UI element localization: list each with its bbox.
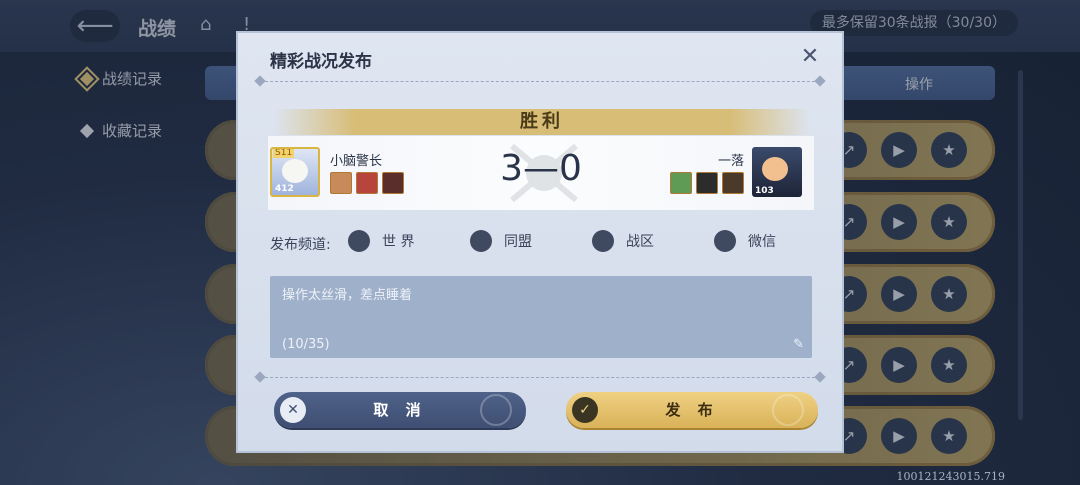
channel-option-label: 世 界: [382, 234, 415, 250]
channel-option-world[interactable]: 世 界: [348, 230, 414, 252]
publish-dialog: 精彩战况发布 ✕ 胜利 S11 412 小脑警长 3—0 一落 103 发布频道…: [236, 31, 844, 453]
char-count: (10/35): [282, 337, 330, 352]
match-card: S11 412 小脑警长 3—0 一落 103: [268, 136, 814, 210]
channel-label: 发布频道:: [270, 237, 331, 253]
player-right-name: 一落: [717, 154, 744, 169]
player-right-avatar: 103: [752, 147, 802, 197]
channel-option-alliance[interactable]: 同盟: [470, 230, 532, 252]
character-avatar: [722, 172, 744, 194]
message-text: 操作太丝滑，差点睡着: [282, 288, 413, 303]
close-icon[interactable]: ✕: [798, 45, 822, 69]
player-right-level: 103: [755, 186, 774, 196]
divider: [254, 75, 826, 87]
radio-button[interactable]: [592, 230, 614, 252]
version-label: 100121243015.719: [896, 470, 1005, 483]
character-avatar: [670, 172, 692, 194]
result-text: 胜利: [520, 111, 564, 132]
channel-option-label: 同盟: [504, 234, 532, 250]
publish-button[interactable]: ✓ 发 布: [566, 392, 818, 428]
radio-button[interactable]: [470, 230, 492, 252]
channel-option-wechat[interactable]: 微信: [714, 230, 776, 252]
radio-button[interactable]: [714, 230, 736, 252]
radio-button[interactable]: [348, 230, 370, 252]
emblem-icon: [772, 394, 804, 426]
player-right-team: [670, 172, 744, 194]
channel-option-label: 战区: [626, 234, 654, 250]
dialog-title: 精彩战况发布: [270, 52, 372, 72]
emblem-icon: [480, 394, 512, 426]
cancel-button[interactable]: ✕ 取 消: [274, 392, 526, 428]
message-input[interactable]: 操作太丝滑，差点睡着 (10/35) ✎: [270, 276, 812, 358]
channel-option-region[interactable]: 战区: [592, 230, 654, 252]
character-avatar: [696, 172, 718, 194]
channel-selector: 发布频道: 世 界 同盟 战区 微信: [270, 230, 830, 256]
edit-icon[interactable]: ✎: [793, 337, 804, 352]
channel-option-label: 微信: [748, 234, 776, 250]
divider: [254, 371, 826, 383]
result-banner: 胜利: [274, 109, 810, 135]
